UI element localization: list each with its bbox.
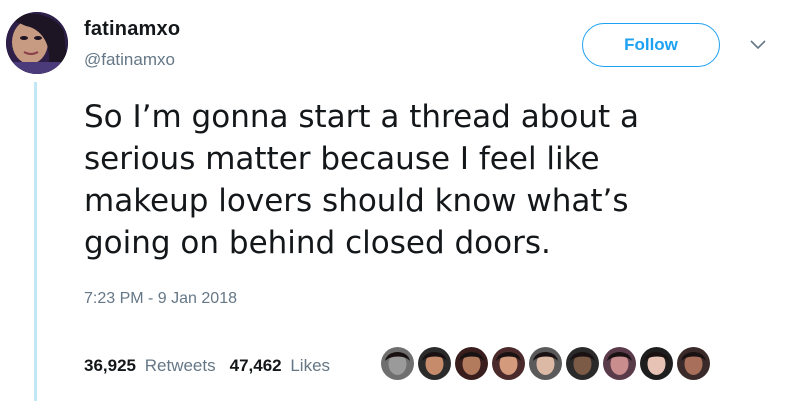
follow-button[interactable]: Follow: [582, 23, 720, 67]
liker-avatar[interactable]: [455, 347, 488, 380]
liker-avatar[interactable]: [529, 347, 562, 380]
avatar[interactable]: [6, 12, 68, 74]
liker-avatar[interactable]: [640, 347, 673, 380]
tweet-text-line: makeup lovers should know what’s: [84, 183, 629, 219]
likes-count: 47,462: [229, 356, 282, 375]
liker-avatar[interactable]: [418, 347, 451, 380]
tweet-text-line: serious matter because I feel like: [84, 141, 600, 177]
user-handle[interactable]: @fatinamxo: [84, 50, 175, 70]
retweets-label: Retweets: [144, 356, 216, 375]
liker-avatar[interactable]: [381, 347, 414, 380]
liker-avatar[interactable]: [677, 347, 710, 380]
display-name[interactable]: fatinamxo: [84, 18, 180, 41]
chevron-down-icon[interactable]: [749, 38, 767, 50]
liker-avatar[interactable]: [566, 347, 599, 380]
tweet-stats: 36,925 Retweets 47,462 Likes: [84, 356, 344, 376]
retweets-stat[interactable]: 36,925 Retweets: [84, 356, 216, 376]
tweet-text-line: So I’m gonna start a thread about a: [84, 99, 640, 135]
likes-stat[interactable]: 47,462 Likes: [230, 356, 330, 376]
thread-line: [34, 82, 37, 401]
liker-avatar[interactable]: [492, 347, 525, 380]
tweet-text: So I’m gonna start a thread about a seri…: [84, 96, 724, 264]
likes-label: Likes: [290, 356, 331, 375]
liker-avatars: [381, 347, 714, 381]
tweet-text-line: going on behind closed doors.: [84, 225, 551, 261]
retweets-count: 36,925: [84, 356, 136, 375]
avatar-image: [6, 12, 68, 74]
tweet-timestamp[interactable]: 7:23 PM - 9 Jan 2018: [84, 290, 237, 308]
liker-avatar[interactable]: [603, 347, 636, 380]
